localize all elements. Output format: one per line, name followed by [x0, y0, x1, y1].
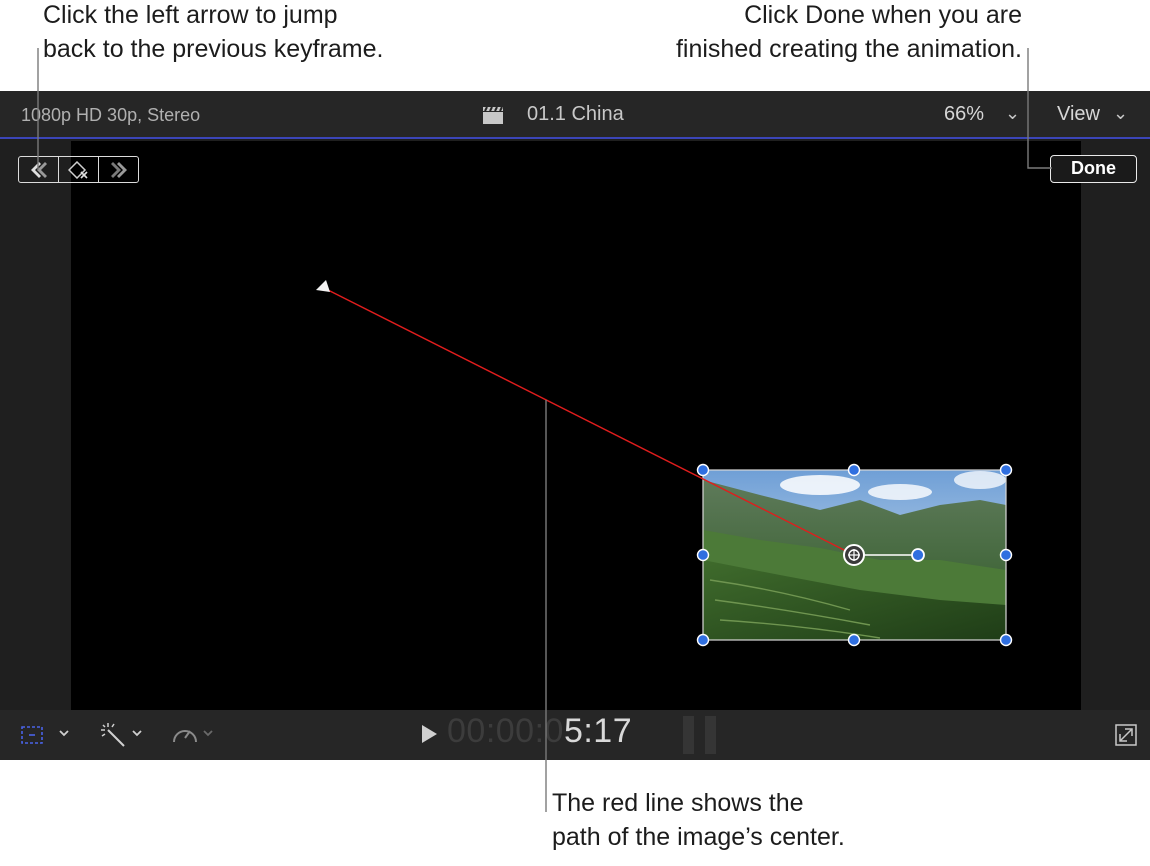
callout-text: Click the left arrow to jump: [43, 1, 338, 29]
callout-text: Click Done when you are: [744, 1, 1022, 29]
timecode-bright: 5:17: [563, 712, 633, 750]
callout-text: back to the previous keyframe.: [43, 35, 384, 63]
next-keyframe-button[interactable]: [99, 157, 138, 182]
done-button[interactable]: Done: [1050, 155, 1137, 183]
prev-keyframe-icon: [30, 161, 47, 178]
callout-text: path of the image’s center.: [552, 823, 845, 851]
view-menu[interactable]: View: [1057, 103, 1100, 126]
callout-text: The red line shows the: [552, 789, 804, 817]
viewer-window: 1080p HD 30p, Stereo 01.1 China 66% ⌄ Vi…: [0, 91, 1150, 760]
speedometer-icon[interactable]: [170, 722, 200, 748]
clapper-icon: [483, 106, 503, 124]
magic-wand-icon[interactable]: [100, 722, 130, 748]
callout-prev-keyframe: Click the left arrow to jump back to the…: [43, 0, 383, 66]
chevron-down-icon[interactable]: [131, 728, 143, 738]
pause-icon: [683, 716, 717, 754]
chevron-down-icon[interactable]: ⌄: [1005, 103, 1020, 124]
zoom-level-menu[interactable]: 66%: [944, 103, 984, 126]
delete-keyframe-button[interactable]: [59, 157, 99, 182]
next-keyframe-icon: [110, 161, 127, 178]
project-format: 1080p HD 30p, Stereo: [21, 105, 201, 125]
chevron-down-icon[interactable]: ⌄: [1113, 103, 1128, 124]
timecode-display[interactable]: 00:00:05:17: [447, 712, 632, 751]
chevron-down-icon[interactable]: [58, 728, 70, 738]
callout-red-line: The red line shows the path of the image…: [552, 786, 845, 854]
viewer-top-bar: 1080p HD 30p, Stereo 01.1 China 66% ⌄ Vi…: [0, 91, 1150, 139]
viewer-canvas: [71, 141, 1081, 710]
transform-icon[interactable]: [20, 724, 50, 746]
timecode-dim: 00:00:0: [447, 712, 564, 750]
clip-name: 01.1 China: [527, 103, 624, 125]
play-icon[interactable]: [422, 725, 437, 743]
callout-text: finished creating the animation.: [675, 35, 1022, 63]
delete-keyframe-icon: [67, 160, 88, 179]
viewer-bottom-bar: 00:00:05:17: [0, 710, 1150, 760]
prev-keyframe-button[interactable]: [19, 157, 59, 182]
callout-done: Click Done when you are finished creatin…: [676, 0, 1022, 66]
keyframe-navigation: [18, 156, 139, 183]
chevron-down-icon[interactable]: [202, 728, 214, 738]
fullscreen-icon[interactable]: [1114, 723, 1138, 747]
